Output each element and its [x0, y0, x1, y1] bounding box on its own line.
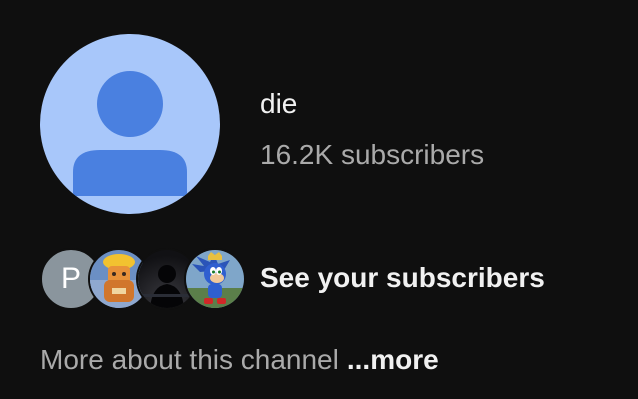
- subscriber-initial-label: P: [60, 262, 81, 295]
- subscriber-count: 16.2K subscribers: [260, 139, 485, 170]
- more-button[interactable]: ...more: [347, 344, 439, 375]
- subscriber-avatar-stack: P: [40, 246, 246, 310]
- default-person-avatar-icon: [73, 71, 187, 196]
- see-subscribers-link[interactable]: See your subscribers: [260, 260, 545, 296]
- about-channel-text: More about this channel: [40, 344, 339, 375]
- channel-avatar[interactable]: [40, 34, 220, 214]
- channel-header: die 16.2K subscribers P See your subscri…: [0, 0, 638, 399]
- hedgehog-character-image: [186, 250, 244, 308]
- channel-name: die: [260, 88, 298, 119]
- channel-description[interactable]: More about this channel ...more: [40, 342, 439, 378]
- subscriber-avatar-image: [184, 248, 246, 310]
- subscribers-preview[interactable]: P: [40, 246, 246, 310]
